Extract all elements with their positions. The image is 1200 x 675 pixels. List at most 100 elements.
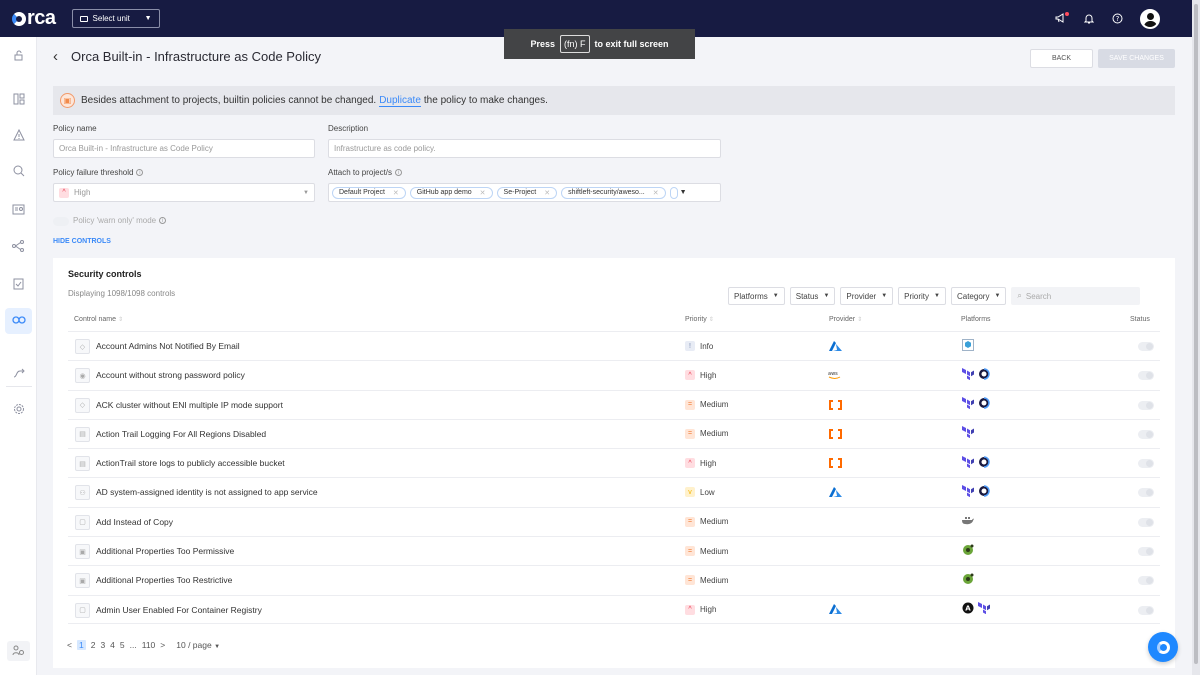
help-icon[interactable]: ? [1110,12,1124,26]
table-row[interactable]: ⚇ AD system-assigned identity is not assi… [68,477,1160,506]
info-icon[interactable]: i [136,169,144,177]
terraform-icon [961,426,974,439]
ansible-icon: A [961,602,974,615]
description-input[interactable]: Infrastructure as code policy. [328,139,721,158]
table-row[interactable]: ▣ Additional Properties Too Restrictive = M… [68,565,1160,594]
projects-multiselect[interactable]: Default Project ✕ GitHub app demo ✕ Se-Pro… [328,183,721,202]
policy-name-input[interactable]: Orca Built-in - Infrastructure as Code P… [53,139,315,158]
orca-logo[interactable]: rca [12,7,56,30]
priority-cell: = Medium [685,516,728,527]
page-button[interactable]: 2 [91,640,96,650]
platforms-cell [961,397,990,410]
sidebar-item-settings[interactable] [5,397,32,423]
notification-dot [1065,11,1069,16]
project-chip: Default Project ✕ [332,186,406,199]
control-name: Account without strong password policy [96,370,245,381]
table-row[interactable]: ◉ Account without strong password policy ^… [68,360,1160,389]
status-toggle[interactable] [1138,400,1154,410]
page-button[interactable]: 3 [100,640,105,650]
search-icon: ⌕ [1017,291,1022,300]
table-row[interactable]: ▣ Additional Properties Too Permissive = Me… [68,536,1160,565]
status-toggle[interactable] [1138,459,1154,469]
platforms-cell [961,426,974,439]
page-button[interactable]: 1 [76,640,86,650]
policy-name-label: Policy name [53,124,97,133]
remove-chip-icon[interactable]: ✕ [393,189,399,197]
table-row[interactable]: ▤ ActionTrail store logs to publicly acce… [68,448,1160,477]
filter-status[interactable]: Status ▼ [789,287,836,305]
pulumi-icon [977,455,990,468]
sidebar-item-alerts[interactable] [5,123,32,149]
identity-icon: ⚇ [75,485,90,501]
sidebar-item-compliance[interactable] [5,271,32,297]
filter-bar: Platforms ▼ Status ▼ Provider ▼ Priority ▼ C… [728,287,1141,305]
hide-controls-link[interactable]: HIDE CONTROLS [53,238,111,245]
bell-icon[interactable] [1082,12,1096,26]
sidebar-item-automation[interactable] [5,361,32,387]
back-arrow-icon[interactable]: ‹ [53,48,58,65]
remove-chip-icon[interactable]: ✕ [480,189,486,197]
remove-chip-icon[interactable]: ✕ [653,189,659,197]
filter-provider[interactable]: Provider ▼ [840,287,894,305]
priority-label: High [700,370,717,380]
page-button[interactable]: 5 [120,640,125,650]
prev-page-button[interactable]: < [67,640,72,650]
status-toggle[interactable] [1138,517,1154,527]
back-button[interactable]: BACK [1030,49,1093,68]
select-unit-dropdown[interactable]: Select unit ▼ [71,9,160,28]
search-input[interactable]: ⌕ Search [1011,287,1141,305]
platforms-cell [961,484,990,497]
status-toggle[interactable] [1138,371,1154,381]
page-size-select[interactable]: 10 / page ▼ [176,640,220,650]
priority-cell: v Low [685,487,715,498]
sidebar-item-graph[interactable] [5,234,32,260]
user-avatar[interactable] [1140,8,1160,29]
column-header-name[interactable]: Control name ⇕ [74,316,123,323]
table-row[interactable]: ▤ Action Trail Logging For All Regions Di… [68,418,1160,448]
duplicate-link[interactable]: Duplicate [379,95,421,107]
status-toggle[interactable] [1138,429,1154,439]
users-button[interactable] [7,641,30,661]
save-changes-button[interactable]: SAVE CHANGES [1098,49,1175,68]
priority-label: Medium [700,429,729,439]
next-page-button[interactable]: > [160,640,165,650]
column-header-priority[interactable]: Priority ⇕ [685,316,714,323]
description-label: Description [328,124,369,133]
filter-platforms[interactable]: Platforms ▼ [728,287,785,305]
priority-cell: = Medium [685,575,728,586]
table-row[interactable]: ◇ ACK cluster without ENI multiple IP mod… [68,389,1160,419]
priority-label: Medium [700,546,729,556]
warn-only-toggle[interactable] [53,217,69,226]
sidebar-item-inventory[interactable] [5,197,32,223]
info-priority-icon: ! [685,341,695,351]
remove-chip-icon[interactable]: ✕ [544,189,550,197]
chat-support-button[interactable] [1148,632,1178,662]
status-toggle[interactable] [1138,342,1154,351]
caret-down-icon[interactable]: ▼ [680,189,687,196]
table-row[interactable]: ▢ Admin User Enabled For Container Regist… [68,594,1160,624]
platforms-cell [961,338,974,351]
page-button[interactable]: 4 [110,640,115,650]
info-icon[interactable]: i [395,169,403,177]
sidebar-item-shift-left[interactable] [5,308,32,334]
status-toggle[interactable] [1138,605,1154,615]
table-row[interactable]: ▢ Add Instead of Copy = Medium [68,506,1160,536]
doc-search-icon: ▢ [75,602,90,618]
column-header-provider[interactable]: Provider ⇕ [829,316,862,323]
page-scrollbar[interactable] [1192,0,1200,675]
filter-category[interactable]: Category ▼ [950,287,1007,305]
sidebar-item-dashboard[interactable] [5,87,32,113]
status-toggle[interactable] [1138,547,1154,557]
sidebar-item-search[interactable] [5,159,32,185]
status-toggle[interactable] [1138,576,1154,586]
sidebar-item-lock[interactable] [5,43,32,69]
announcements-icon[interactable] [1054,11,1069,26]
table-row[interactable]: ◇ Account Admins Not Notified By Email! In… [68,331,1160,360]
select-unit-label: Select unit [92,14,130,23]
cloudformation-box-icon [961,338,974,351]
filter-priority[interactable]: Priority ▼ [898,287,946,305]
threshold-select[interactable]: ^ High ▼ [53,183,315,202]
page-button[interactable]: 110 [142,640,156,650]
info-icon[interactable]: i [159,217,167,225]
status-toggle[interactable] [1138,488,1154,498]
